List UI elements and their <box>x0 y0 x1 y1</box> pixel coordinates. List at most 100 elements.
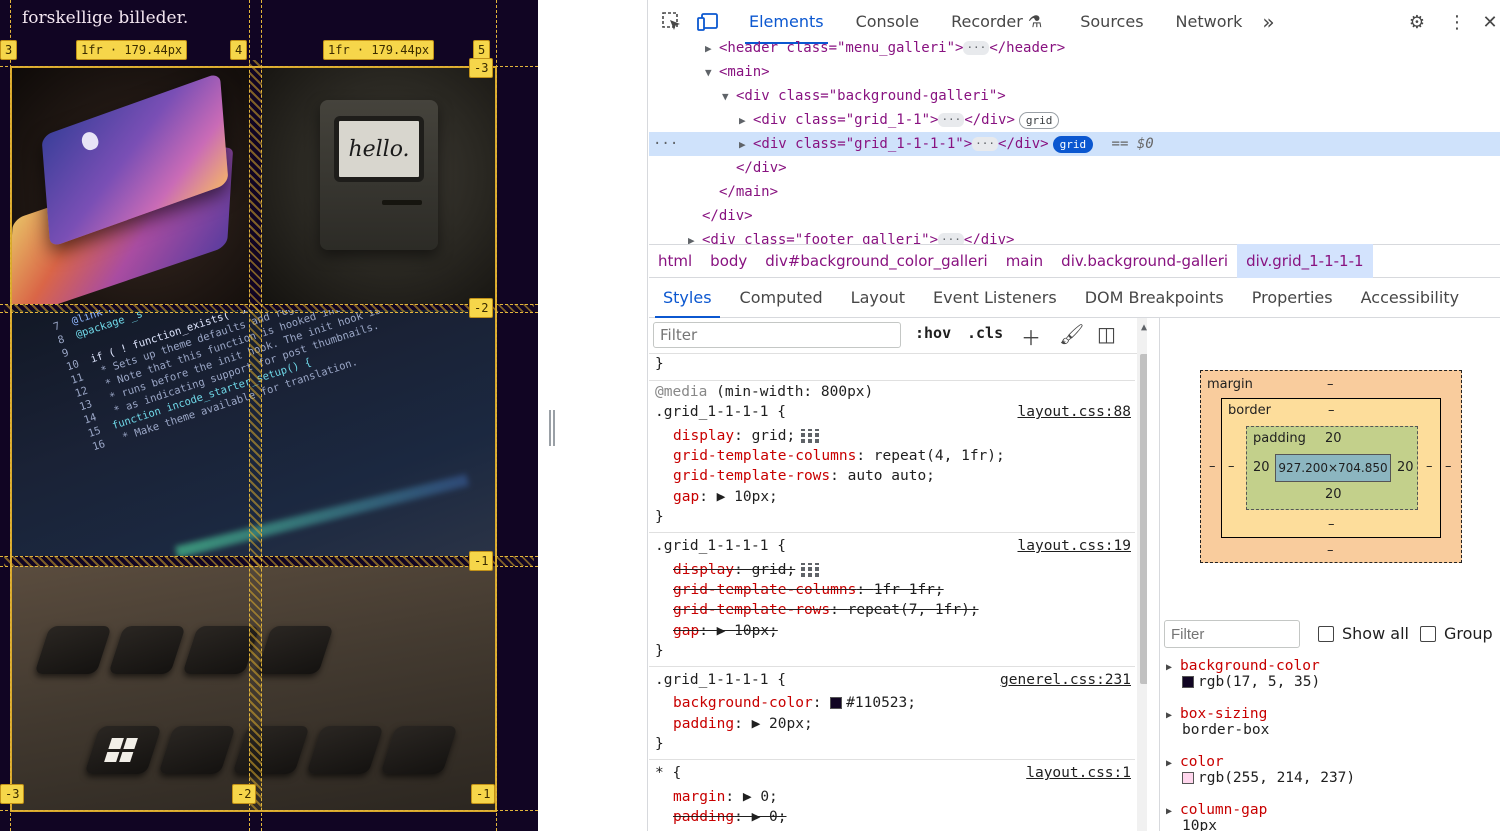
breadcrumb-item[interactable]: div#background_color_galleri <box>756 244 996 278</box>
box-model-border[interactable]: border – – – – padding 20 20 20 20 927.2… <box>1221 398 1441 538</box>
computed-property[interactable]: ▶ box-sizing border-box <box>1162 706 1269 738</box>
computed-property[interactable]: ▶ column-gap 10px <box>1162 802 1267 831</box>
style-declaration[interactable]: grid-template-columns: repeat(4, 1fr); <box>655 446 1005 466</box>
gear-icon[interactable]: ⚙ <box>1402 7 1432 37</box>
toggle-sidebar-icon[interactable]: ◫ <box>1097 322 1116 346</box>
tab-recorder[interactable]: Recorder ⚗ <box>935 0 1058 44</box>
breadcrumb-item[interactable]: main <box>997 244 1052 278</box>
color-swatch[interactable] <box>1182 676 1194 688</box>
grid-badge[interactable]: grid <box>1018 111 1060 129</box>
tab-sources[interactable]: Sources <box>1064 0 1159 44</box>
color-swatch[interactable] <box>830 697 843 709</box>
styles-filter-input[interactable] <box>653 322 901 348</box>
tab-accessibility[interactable]: Accessibility <box>1347 278 1473 318</box>
style-declaration[interactable]: padding: ▶ 20px; <box>655 714 813 734</box>
padding-top-value[interactable]: 20 <box>1325 431 1342 446</box>
style-declaration[interactable]: background-color: #110523; <box>655 693 916 713</box>
scrollbar-thumb[interactable] <box>1140 354 1147 684</box>
expand-triangle-icon[interactable]: ▶ <box>705 40 719 61</box>
box-model-content-size[interactable]: 927.200×704.850 <box>1275 454 1391 482</box>
computed-property[interactable]: ▶ color rgb(255, 214, 237) <box>1162 754 1355 786</box>
tab-computed[interactable]: Computed <box>726 278 837 318</box>
grid-editor-icon[interactable] <box>801 429 820 443</box>
rule-source-link[interactable]: generel.css:231 <box>1000 670 1131 690</box>
style-declaration[interactable]: margin: ▶ 0; <box>655 787 778 807</box>
expand-triangle-icon[interactable]: ▶ <box>688 229 702 244</box>
paint-brush-icon[interactable]: 🖌 <box>1059 322 1084 346</box>
drag-handle-icon[interactable] <box>549 410 555 446</box>
group-checkbox[interactable] <box>1420 626 1436 642</box>
computed-property[interactable]: ▶ background-color rgb(17, 5, 35) <box>1162 658 1320 690</box>
margin-top-value[interactable]: – <box>1327 377 1334 392</box>
grid-editor-icon[interactable] <box>801 563 820 577</box>
panel-splitter[interactable] <box>538 0 648 831</box>
tab-properties[interactable]: Properties <box>1238 278 1347 318</box>
color-swatch[interactable] <box>1182 772 1194 784</box>
dom-node[interactable]: </main> <box>649 180 1500 204</box>
dom-node[interactable]: ▶ <header class="menu_galleri"> ··· </heade… <box>649 40 1500 60</box>
ellipsis-icon[interactable]: ··· <box>972 137 999 151</box>
collapse-triangle-icon[interactable]: ▼ <box>722 85 736 109</box>
style-declaration[interactable]: display: grid; <box>655 426 820 446</box>
style-declaration-overridden[interactable]: padding: ▶ 0; <box>655 807 787 827</box>
new-rule-icon[interactable]: ＋ <box>1021 322 1041 351</box>
more-options-icon[interactable]: ··· <box>653 132 678 156</box>
tab-dom-breakpoints[interactable]: DOM Breakpoints <box>1071 278 1238 318</box>
style-declaration-overridden[interactable]: grid-template-rows: repeat(7, 1fr); <box>655 600 979 620</box>
padding-left-value[interactable]: 20 <box>1253 460 1270 475</box>
style-declaration[interactable]: gap: ▶ 10px; <box>655 487 778 507</box>
dom-node[interactable]: ▼ <main> <box>649 60 1500 84</box>
border-bottom-value[interactable]: – <box>1328 517 1335 532</box>
rule-selector[interactable]: .grid_1-1-1-1 { <box>655 670 786 690</box>
border-right-value[interactable]: – <box>1426 459 1433 474</box>
rule-selector[interactable]: .grid_1-1-1-1 { <box>655 536 786 556</box>
dom-node[interactable]: ▶ <div class="grid_1-1"> ··· </div> grid <box>649 108 1500 132</box>
expand-triangle-icon[interactable]: ▶ <box>739 109 753 133</box>
dom-node[interactable]: ▼ <div class="background-galleri"> <box>649 84 1500 108</box>
gallery-image-laptop[interactable] <box>12 68 249 304</box>
more-tabs-button[interactable]: » <box>1258 0 1278 44</box>
breadcrumb-item[interactable]: html <box>649 244 701 278</box>
box-model-margin[interactable]: margin – – – – border – – – – padding 20 <box>1200 370 1462 563</box>
breadcrumb-item[interactable]: body <box>701 244 756 278</box>
tab-console[interactable]: Console <box>840 0 936 44</box>
border-top-value[interactable]: – <box>1328 403 1335 418</box>
hover-state-button[interactable]: :hov <box>915 324 951 342</box>
style-declaration-overridden[interactable]: gap: ▶ 10px; <box>655 621 778 641</box>
border-left-value[interactable]: – <box>1228 459 1235 474</box>
margin-left-value[interactable]: – <box>1209 459 1216 474</box>
margin-right-value[interactable]: – <box>1445 459 1452 474</box>
styles-scrollbar[interactable]: ▲ <box>1137 318 1147 831</box>
class-toggle-button[interactable]: .cls <box>967 324 1003 342</box>
expand-triangle-icon[interactable]: ▶ <box>1166 662 1172 673</box>
rule-source-link[interactable]: layout.css:1 <box>1026 763 1131 783</box>
style-declaration[interactable]: grid-template-rows: auto auto; <box>655 466 935 486</box>
collapse-triangle-icon[interactable]: ▼ <box>705 61 719 85</box>
dom-node[interactable]: ▶ <div class="footer_galleri"> ··· </div> <box>649 228 1500 244</box>
tab-elements[interactable]: Elements <box>733 0 840 44</box>
expand-triangle-icon[interactable]: ▶ <box>1166 806 1172 817</box>
tab-network[interactable]: Network <box>1160 0 1259 44</box>
expand-triangle-icon[interactable]: ▶ <box>1166 758 1172 769</box>
expand-triangle-icon[interactable]: ▶ <box>1166 710 1172 721</box>
scroll-up-icon[interactable]: ▲ <box>1141 322 1147 333</box>
gallery-image-mac[interactable]: hello. <box>262 68 495 304</box>
close-icon[interactable]: ✕ <box>1482 7 1498 37</box>
kebab-menu-icon[interactable]: ⋮ <box>1442 7 1472 37</box>
show-all-checkbox[interactable] <box>1318 626 1334 642</box>
expand-triangle-icon[interactable]: ▶ <box>739 133 753 157</box>
computed-filter-input[interactable] <box>1164 620 1300 648</box>
style-declaration-overridden[interactable]: display: grid; <box>655 560 820 580</box>
ellipsis-icon[interactable]: ··· <box>963 41 990 55</box>
padding-bottom-value[interactable]: 20 <box>1325 487 1342 502</box>
dom-node-selected[interactable]: ··· ▶ <div class="grid_1-1-1-1"> ··· </div>… <box>649 132 1500 156</box>
tab-event-listeners[interactable]: Event Listeners <box>919 278 1071 318</box>
box-model-padding[interactable]: padding 20 20 20 20 927.200×704.850 <box>1246 426 1418 510</box>
tab-styles[interactable]: Styles <box>649 278 726 318</box>
margin-bottom-value[interactable]: – <box>1327 543 1334 558</box>
breadcrumb-item-active[interactable]: div.grid_1-1-1-1 <box>1237 244 1373 278</box>
rule-selector[interactable]: .grid_1-1-1-1 { <box>655 402 786 422</box>
dom-node[interactable]: </div> <box>649 156 1500 180</box>
style-declaration-overridden[interactable]: grid-template-columns: 1fr 1fr; <box>655 580 944 600</box>
inspect-element-icon[interactable] <box>657 7 687 37</box>
